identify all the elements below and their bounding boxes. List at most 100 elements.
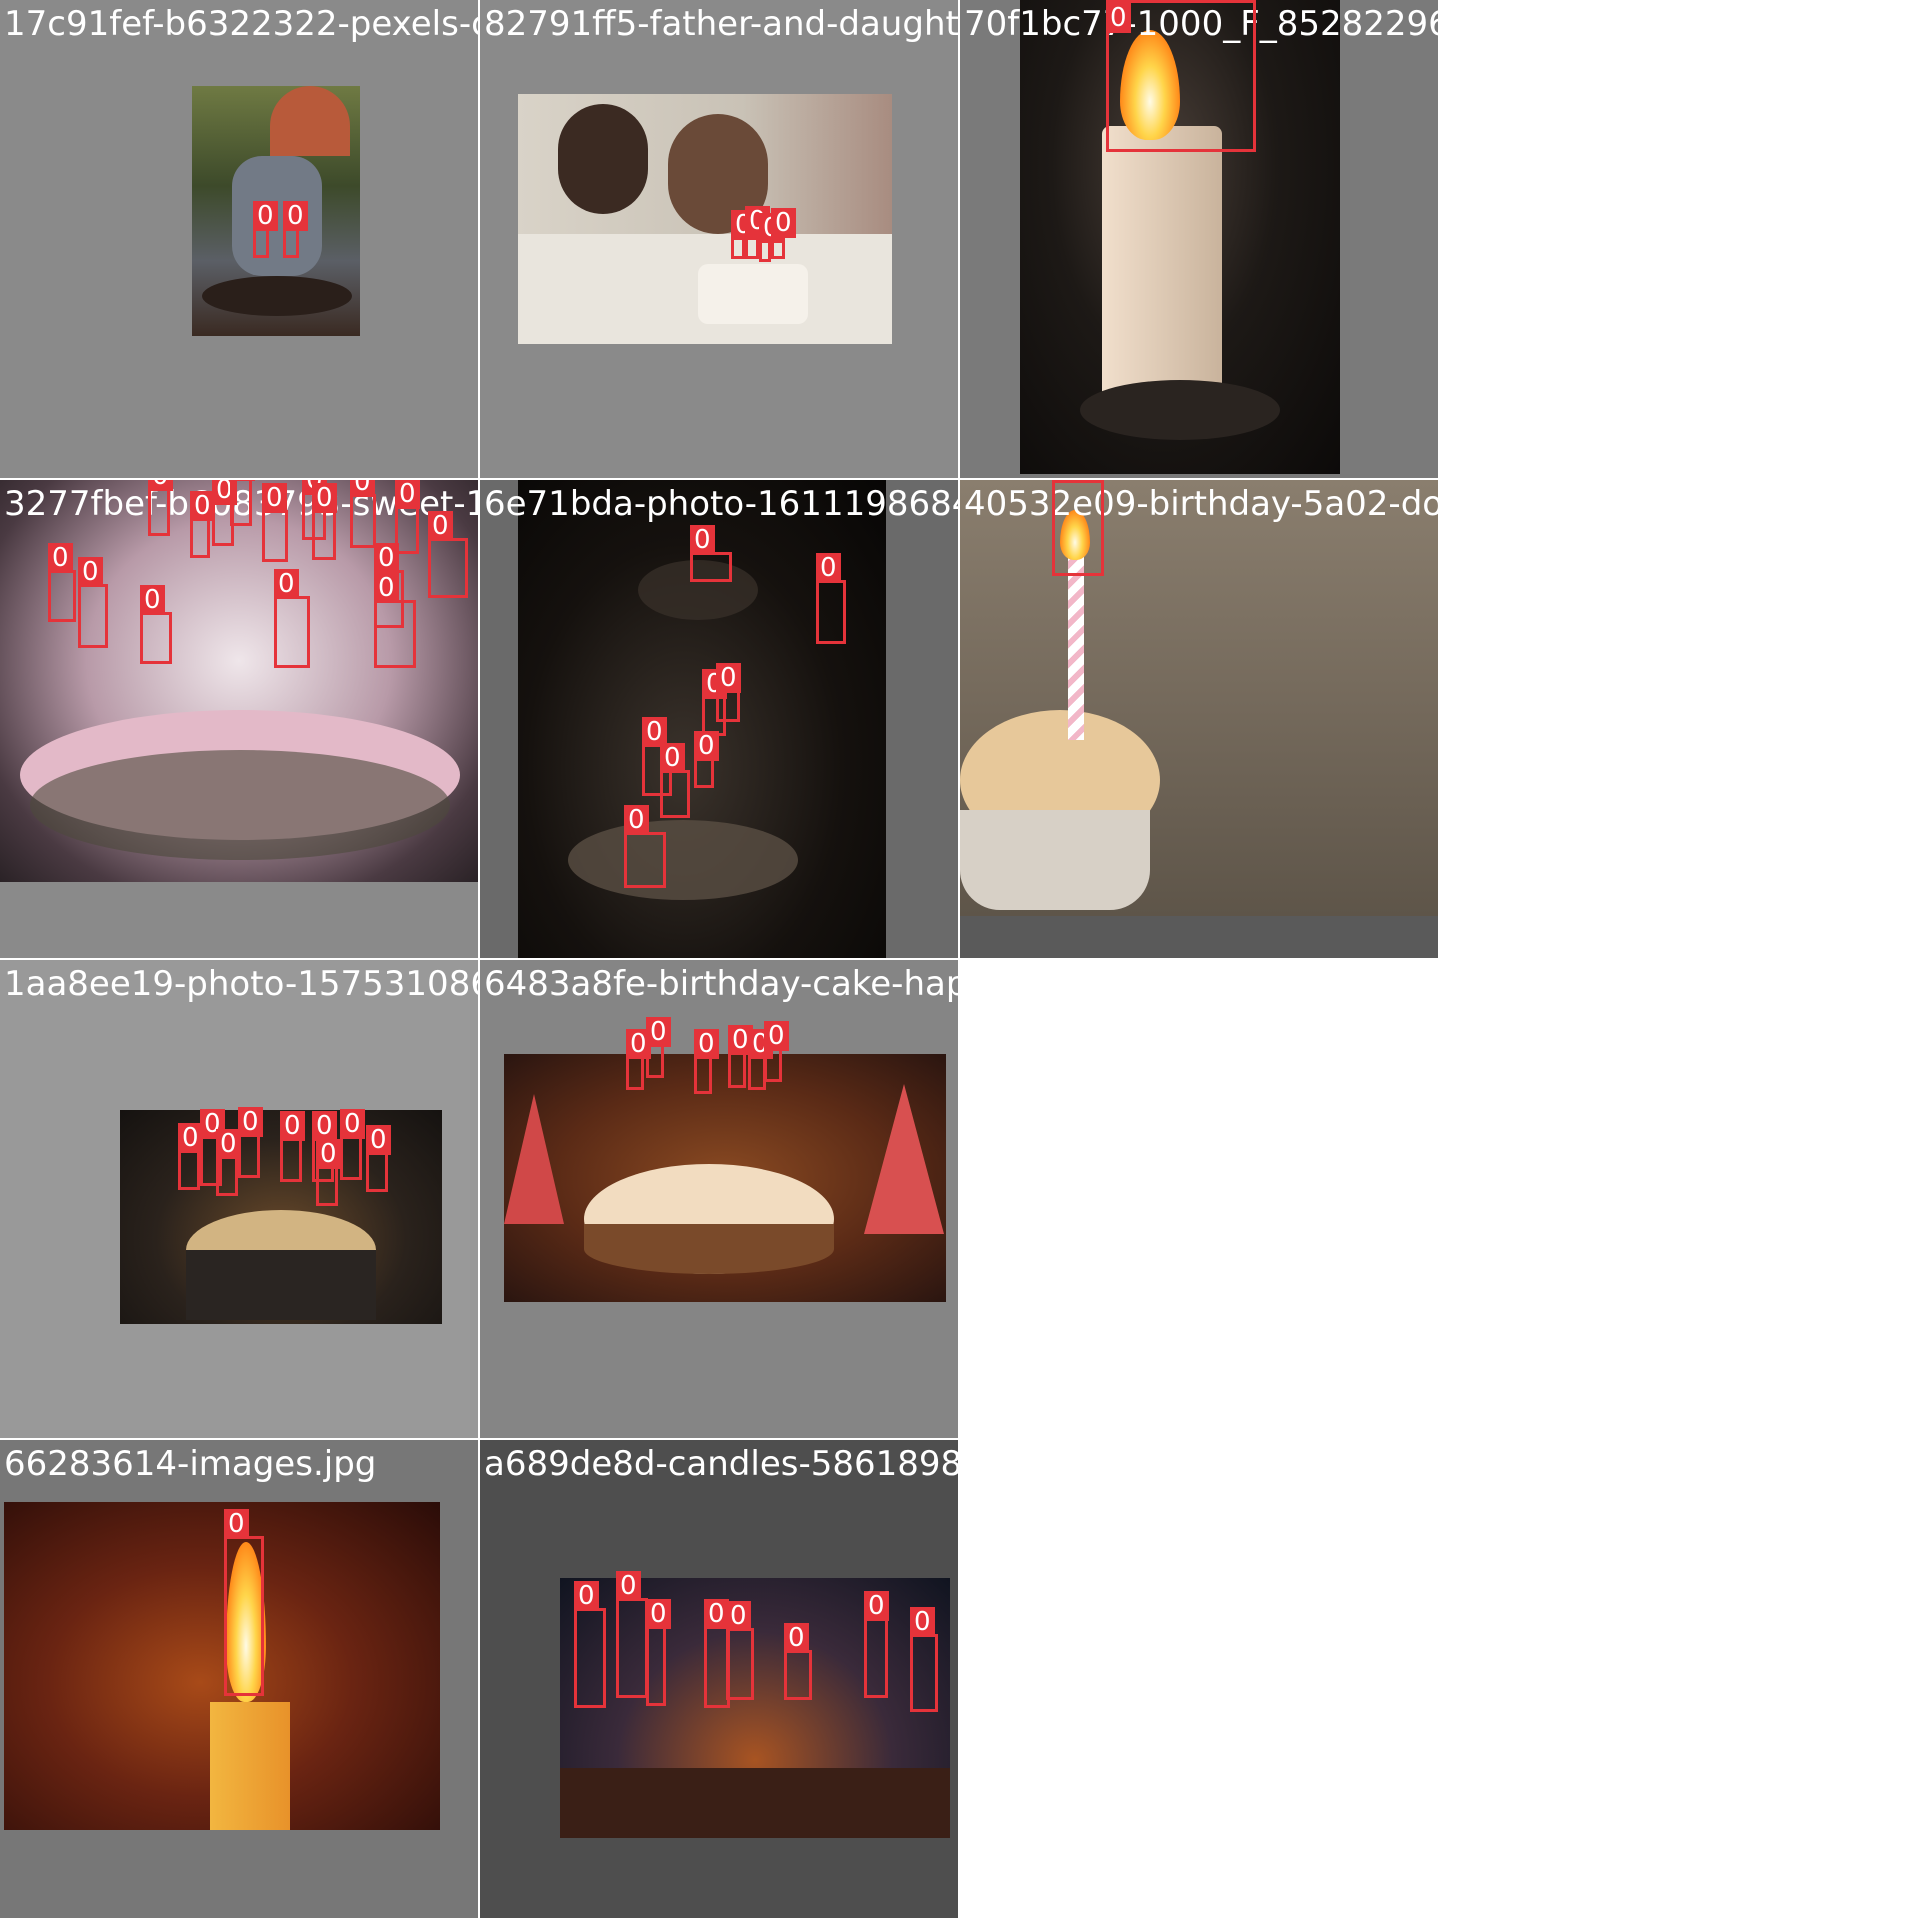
detection-box: 0 — [864, 1591, 889, 1698]
class-label-tag: 0 — [646, 1599, 671, 1629]
class-label-tag: 0 — [1106, 3, 1131, 33]
class-label-tag: 0 — [216, 1129, 241, 1159]
detection-box: 0 — [48, 543, 76, 622]
class-label-tag: 0 — [784, 1623, 809, 1653]
class-label-tag: 0 — [283, 201, 308, 231]
class-label-tag: 0 — [816, 553, 841, 583]
tile-caption: 6483a8fe-birthday-cake-happy-birthday-ce… — [484, 964, 958, 1004]
detection-box: 0 — [624, 805, 666, 888]
class-label-tag: 0 — [716, 663, 741, 693]
class-label-tag: 0 — [660, 743, 685, 773]
detection-box: 0 — [694, 1029, 719, 1094]
class-label-tag: 0 — [274, 569, 299, 599]
class-label-tag: 0 — [48, 543, 73, 573]
tile-9: 66283614-images.jpg 0 — [0, 1440, 478, 1918]
detection-box: 0 — [646, 1599, 671, 1706]
tile-5: 6e71bda-photo-1611198684653-60953c8cc4f2… — [480, 480, 958, 958]
tile-1: 17c91fef-b6322322-pexels-cottonbro-44897… — [0, 0, 478, 478]
detection-box: 0 — [646, 1017, 671, 1078]
class-label-tag: 0 — [428, 511, 453, 541]
detection-box: 0 — [764, 1021, 789, 1082]
tile-caption: 66283614-images.jpg — [4, 1444, 377, 1484]
detection-box: 0 — [660, 743, 690, 818]
class-label-tag: 0 — [624, 805, 649, 835]
class-label-tag: 0 — [616, 1571, 641, 1601]
detection-box: 0 — [771, 208, 796, 259]
photo-star-cake-party — [504, 1054, 946, 1302]
class-label-tag: 0 — [312, 483, 337, 513]
detection-box: 0 — [238, 1107, 263, 1178]
class-label-tag: 0 — [140, 585, 165, 615]
detection-box: 0 — [745, 206, 770, 259]
class-label-tag: 0 — [771, 208, 796, 238]
tile-caption: 6e71bda-photo-1611198684653-60953c8cc4f2 — [484, 484, 958, 524]
class-label-tag: 0 — [262, 483, 287, 513]
class-label-tag: 0 — [694, 1029, 719, 1059]
detection-box: 0 — [428, 511, 468, 598]
tile-6: 40532e09-birthday-5a02-donut-g5cb71a89f_… — [960, 480, 1438, 958]
class-label-tag: 0 — [312, 1111, 337, 1141]
photo-donut-candle — [960, 480, 1438, 916]
detection-box: 0 — [694, 731, 719, 788]
class-label-tag: 0 — [690, 525, 715, 555]
tile-caption: 40532e09-birthday-5a02-donut-g5cb71a89f_… — [964, 484, 1438, 524]
detection-box: 0 — [350, 480, 376, 548]
detection-box: 0 — [216, 1129, 241, 1196]
detection-box: 0 — [262, 483, 288, 562]
class-label-tag: 0 — [726, 1601, 751, 1631]
detection-box: 0 — [280, 1111, 305, 1182]
detection-box: 0 — [726, 1601, 754, 1700]
class-label-tag: 0 — [366, 1125, 391, 1155]
class-label-tag: 0 — [764, 1021, 789, 1051]
class-label-tag: 0 — [374, 573, 399, 603]
detection-box: 0 — [178, 1123, 203, 1190]
detection-box: 0 — [230, 480, 255, 526]
class-label-tag: 0 — [224, 1509, 249, 1539]
tile-caption: 17c91fef-b6322322-pexels-cottonbro-44897… — [4, 4, 478, 44]
detection-box: 0 — [340, 1109, 365, 1180]
class-label-tag: 0 — [238, 1107, 263, 1137]
detection-box: 0 — [759, 213, 784, 262]
photo-father-daughter — [518, 94, 892, 344]
detection-box: 0 — [395, 480, 420, 554]
tile-caption: 1aa8ee19-photo-1575310866442-78f8cb5811c… — [4, 964, 478, 1004]
detection-box: 0 — [190, 491, 215, 558]
detection-box: 0 — [274, 569, 310, 668]
class-label-tag: 0 — [350, 480, 375, 497]
class-label-tag: 0 — [148, 480, 173, 491]
detection-box: 0 — [1106, 0, 1256, 152]
detection-box: 0 — [910, 1607, 938, 1712]
detection-box: 0 — [316, 1139, 341, 1206]
detection-box: 0 — [374, 573, 416, 668]
class-label-tag: 0 — [280, 1111, 305, 1141]
class-label-tag: 0 — [395, 480, 420, 509]
class-label-tag: 0 — [374, 543, 399, 573]
detection-box: 0 — [283, 201, 308, 258]
class-label-tag: 0 — [230, 480, 255, 481]
class-label-tag: 0 — [646, 1017, 671, 1047]
class-label-tag: 0 — [316, 1139, 341, 1169]
class-label-tag: 0 — [340, 1109, 365, 1139]
tile-2: 82791ff5-father-and-daughter-birthday.jp… — [480, 0, 958, 478]
detection-box: 0 — [728, 1025, 753, 1088]
detection-box: 0 — [690, 525, 732, 582]
class-label-tag: 0 — [694, 731, 719, 761]
class-label-tag: 0 — [910, 1607, 935, 1637]
detection-box: 0 — [784, 1623, 812, 1700]
class-label-tag: 0 — [190, 491, 215, 521]
detection-box: 0 — [224, 1509, 264, 1696]
detection-box: 0 — [574, 1581, 606, 1708]
detection-box: 0 — [253, 201, 278, 258]
detection-box: 0 — [78, 557, 108, 648]
class-label-tag: 0 — [864, 1591, 889, 1621]
detection-box: 0 — [616, 1571, 648, 1698]
class-label-tag: 0 — [178, 1123, 203, 1153]
tile-10: a689de8d-candles-5861898_960_720.jpg 0 0… — [480, 1440, 958, 1918]
tile-caption: a689de8d-candles-5861898_960_720.jpg — [484, 1444, 958, 1484]
detection-box: 0 — [816, 553, 846, 644]
class-label-tag: 0 — [1052, 480, 1077, 483]
detection-box: 0 — [140, 585, 172, 664]
detection-box: 0 — [312, 483, 337, 560]
detection-box: 0 — [1052, 480, 1104, 576]
detection-box: 0 — [366, 1125, 391, 1192]
